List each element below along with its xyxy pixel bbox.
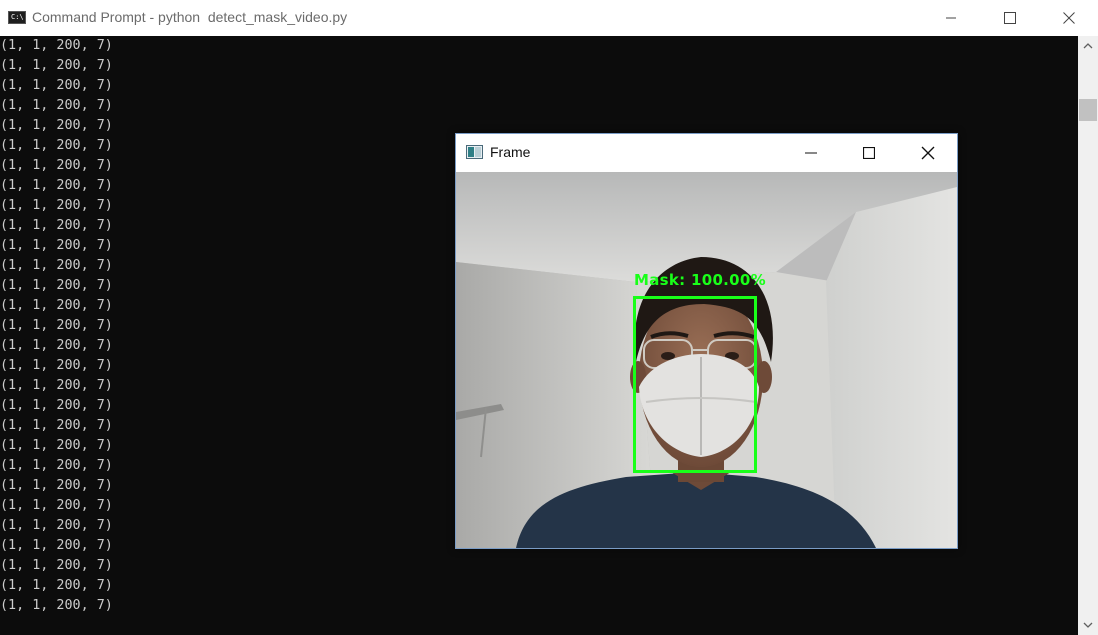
window-title: Command Prompt - python detect_mask_vide… bbox=[32, 9, 348, 25]
console-line: (1, 1, 200, 7) bbox=[0, 538, 113, 553]
detection-label: Mask: 100.00% bbox=[634, 271, 766, 289]
video-frame: Mask: 100.00% bbox=[456, 172, 957, 548]
scrollbar-thumb[interactable] bbox=[1079, 99, 1097, 121]
frame-minimize-button[interactable] bbox=[782, 134, 840, 171]
minimize-icon bbox=[805, 152, 817, 153]
cmd-icon: C:\ bbox=[8, 11, 26, 24]
console-line: (1, 1, 200, 7) bbox=[0, 58, 113, 73]
console-line: (1, 1, 200, 7) bbox=[0, 118, 113, 133]
console-line: (1, 1, 200, 7) bbox=[0, 38, 113, 53]
console-line: (1, 1, 200, 7) bbox=[0, 238, 113, 253]
console-line: (1, 1, 200, 7) bbox=[0, 478, 113, 493]
console-line: (1, 1, 200, 7) bbox=[0, 398, 113, 413]
frame-title: Frame bbox=[490, 144, 531, 160]
console-line: (1, 1, 200, 7) bbox=[0, 598, 113, 613]
console-line: (1, 1, 200, 7) bbox=[0, 198, 113, 213]
console-line: (1, 1, 200, 7) bbox=[0, 218, 113, 233]
frame-titlebar[interactable]: Frame bbox=[456, 134, 957, 171]
console-line: (1, 1, 200, 7) bbox=[0, 318, 113, 333]
console-line: (1, 1, 200, 7) bbox=[0, 258, 113, 273]
console-line: (1, 1, 200, 7) bbox=[0, 518, 113, 533]
frame-close-button[interactable] bbox=[899, 134, 957, 171]
scroll-up-button[interactable] bbox=[1078, 36, 1098, 56]
chevron-down-icon bbox=[1083, 622, 1093, 628]
console-line: (1, 1, 200, 7) bbox=[0, 298, 113, 313]
frame-maximize-button[interactable] bbox=[840, 134, 898, 171]
console-line: (1, 1, 200, 7) bbox=[0, 458, 113, 473]
webcam-image bbox=[456, 172, 957, 548]
maximize-icon bbox=[1004, 12, 1016, 24]
minimize-button[interactable] bbox=[922, 0, 980, 36]
frame-app-icon bbox=[466, 145, 483, 159]
scroll-down-button[interactable] bbox=[1078, 615, 1098, 635]
close-icon bbox=[1063, 12, 1075, 24]
frame-window[interactable]: Frame Mask: 100.00% bbox=[455, 133, 958, 549]
vertical-scrollbar[interactable] bbox=[1078, 36, 1098, 635]
console-line: (1, 1, 200, 7) bbox=[0, 98, 113, 113]
console-line: (1, 1, 200, 7) bbox=[0, 578, 113, 593]
console-line: (1, 1, 200, 7) bbox=[0, 438, 113, 453]
console-line: (1, 1, 200, 7) bbox=[0, 358, 113, 373]
cmd-icon-text: C:\ bbox=[11, 13, 24, 21]
maximize-icon bbox=[863, 146, 875, 159]
console-line: (1, 1, 200, 7) bbox=[0, 558, 113, 573]
console-line: (1, 1, 200, 7) bbox=[0, 338, 113, 353]
console-line: (1, 1, 200, 7) bbox=[0, 498, 113, 513]
close-icon bbox=[921, 146, 935, 159]
console-line: (1, 1, 200, 7) bbox=[0, 78, 113, 93]
maximize-button[interactable] bbox=[981, 0, 1039, 36]
chevron-up-icon bbox=[1083, 43, 1093, 49]
cmd-titlebar[interactable]: C:\ Command Prompt - python detect_mask_… bbox=[0, 0, 1098, 36]
close-button[interactable] bbox=[1040, 0, 1098, 36]
minimize-icon bbox=[946, 17, 956, 19]
console-line: (1, 1, 200, 7) bbox=[0, 178, 113, 193]
console-line: (1, 1, 200, 7) bbox=[0, 158, 113, 173]
console-line: (1, 1, 200, 7) bbox=[0, 378, 113, 393]
console-line: (1, 1, 200, 7) bbox=[0, 278, 113, 293]
console-line: (1, 1, 200, 7) bbox=[0, 418, 113, 433]
console-line: (1, 1, 200, 7) bbox=[0, 138, 113, 153]
